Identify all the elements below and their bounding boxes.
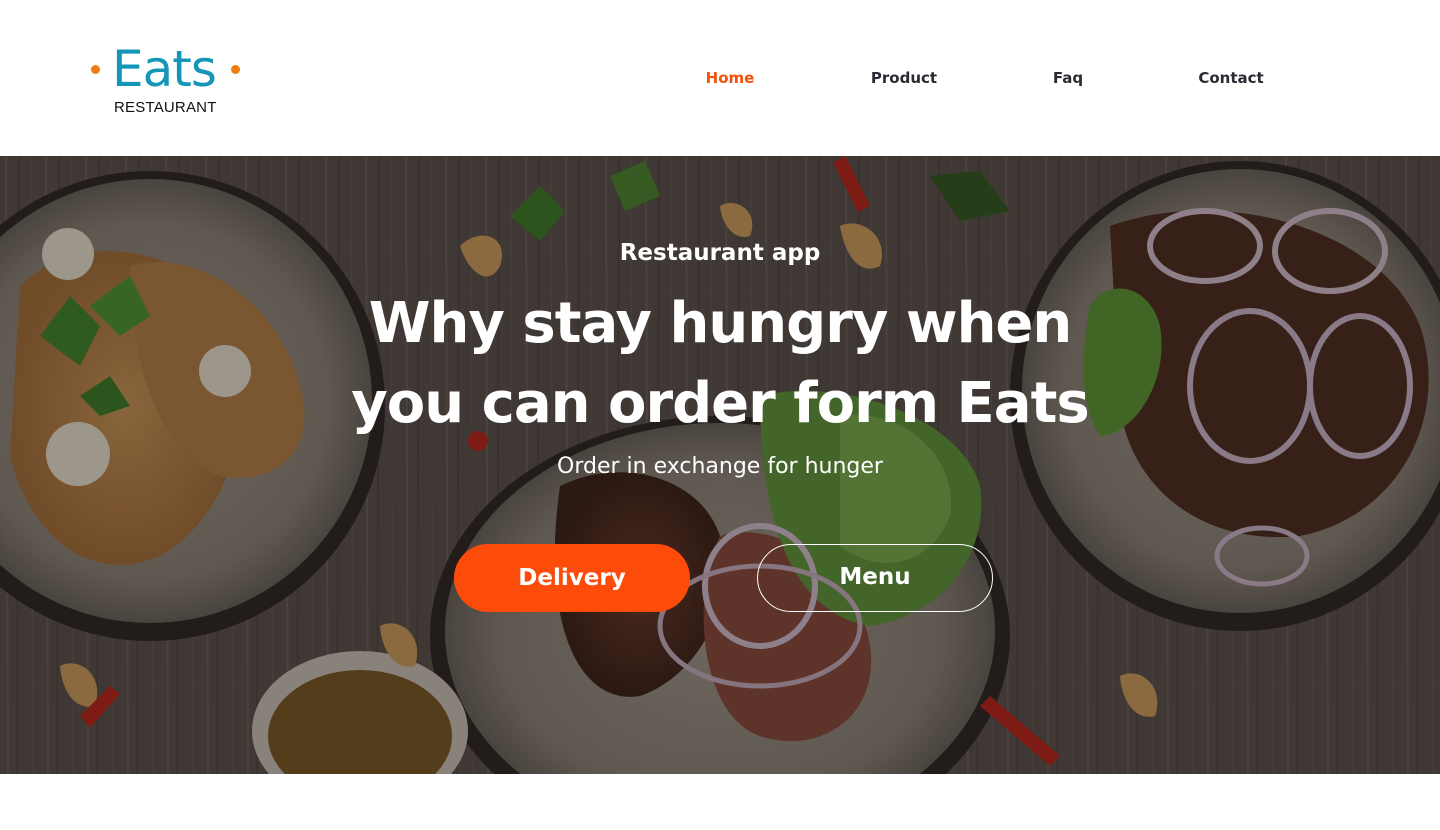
hero-kicker: Restaurant app [619,240,821,266]
hero-title: Why stay hungry when you can order form … [320,284,1120,444]
nav-link-product[interactable]: Product [871,68,937,88]
main-navigation: Home Product Faq Contact [0,68,1440,90]
nav-link-contact[interactable]: Contact [1198,68,1263,88]
nav-link-home[interactable]: Home [706,68,755,88]
site-header: Eats RESTAURANT Home Product Faq Contact [0,0,1440,156]
hero-title-line-2: you can order form Eats [351,371,1089,436]
menu-button[interactable]: Menu [757,544,993,612]
delivery-button[interactable]: Delivery [454,544,690,612]
nav-link-faq[interactable]: Faq [1053,68,1083,88]
page-bottom-area [0,774,1440,830]
logo-tagline: RESTAURANT [114,99,217,116]
hero-section: Restaurant app Why stay hungry when you … [0,156,1440,774]
hero-title-line-1: Why stay hungry when [368,291,1073,356]
hero-subtitle: Order in exchange for hunger [557,454,883,479]
